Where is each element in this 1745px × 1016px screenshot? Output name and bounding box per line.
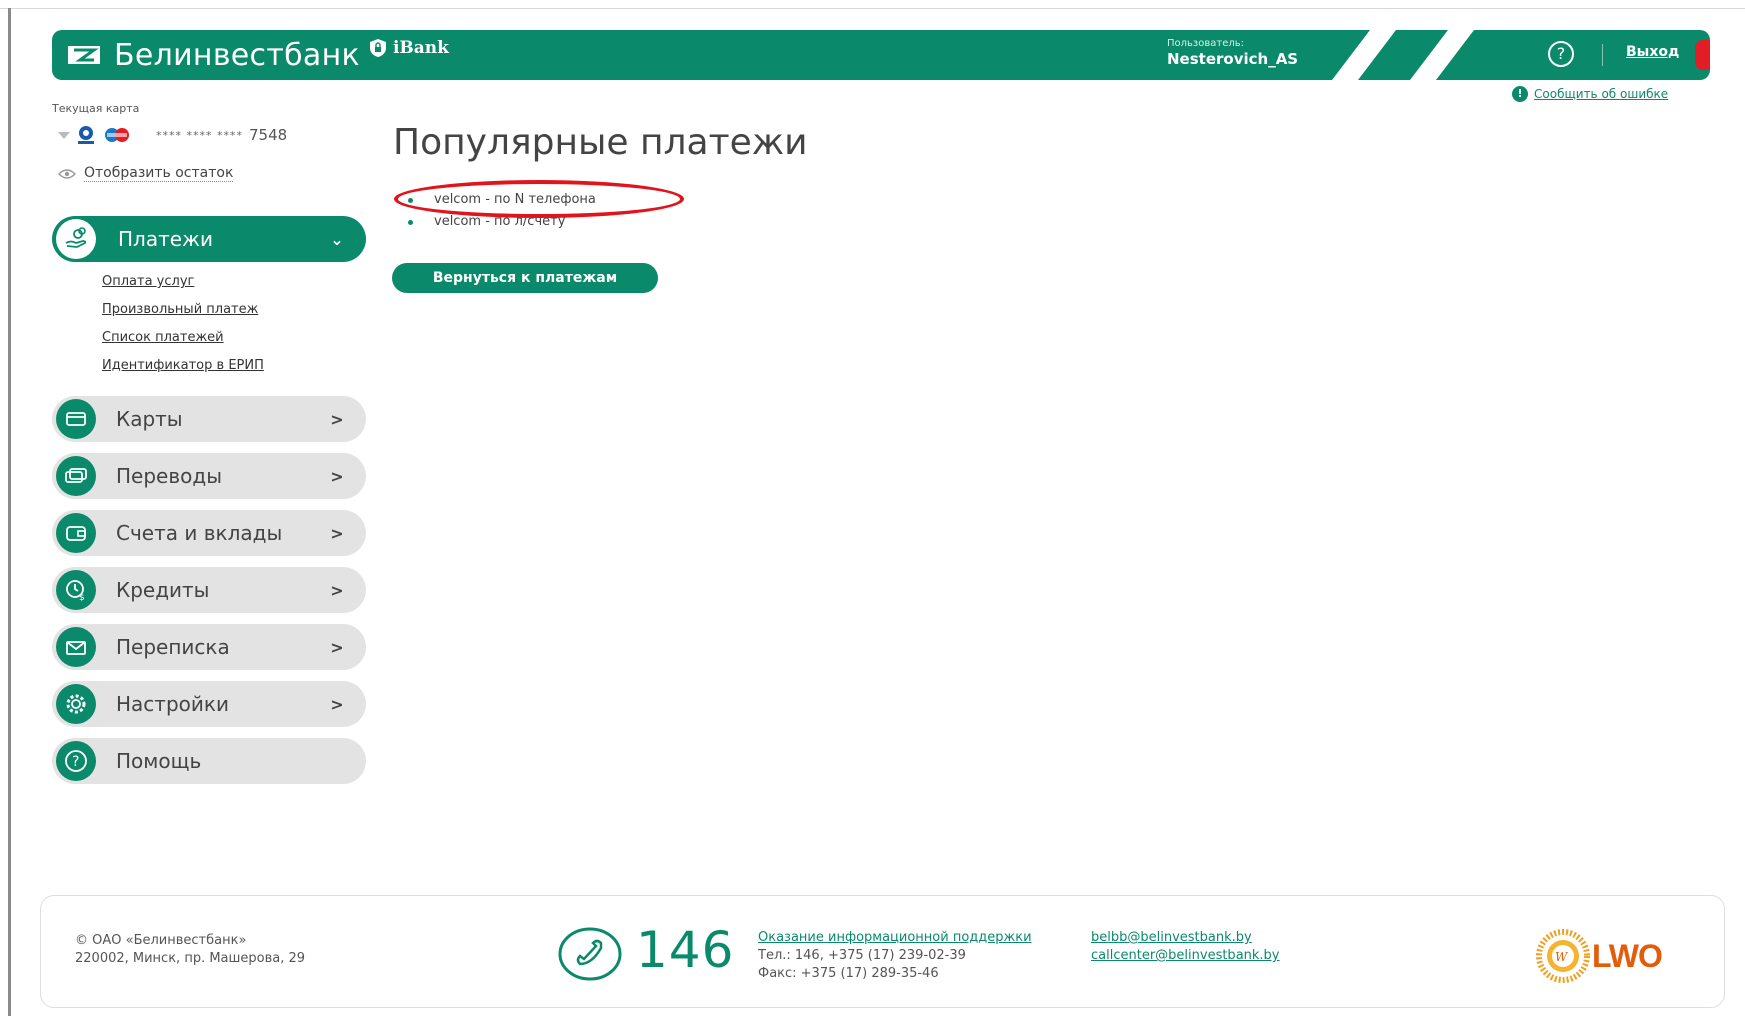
ibank-label: iBank	[392, 38, 449, 58]
back-to-payments-button[interactable]: Вернуться к платежам	[392, 263, 658, 293]
wallet-icon	[56, 513, 96, 553]
user-name: Nesterovich_AS	[1167, 50, 1299, 68]
sidebar-item-label: Переводы	[116, 464, 222, 488]
copyright: © ОАО «Белинвестбанк»	[75, 933, 247, 948]
sidebar-menu: Платежи ⌄ Оплата услуг Произвольный плат…	[52, 216, 366, 795]
sidebar-item-label: Настройки	[116, 692, 229, 716]
sidebar-item-help[interactable]: ? Помощь	[52, 738, 366, 784]
current-card-caption: Текущая карта	[52, 102, 140, 115]
bank-logo[interactable]: Белинвестбанк iBank	[66, 37, 449, 73]
logout-button[interactable]	[1695, 40, 1710, 70]
show-balance-label: Отобразить остаток	[84, 165, 234, 182]
sidebar-item-label: Переписка	[116, 635, 230, 659]
transfer-icon	[56, 456, 96, 496]
logout-link[interactable]: Выход	[1626, 44, 1679, 60]
sidebar-item-accounts[interactable]: Счета и вклады >	[52, 510, 366, 556]
help-button[interactable]: ?	[1548, 41, 1574, 67]
report-error-label: Сообщить об ошибке	[1534, 87, 1669, 101]
company-info: © ОАО «Белинвестбанк» 220002, Минск, пр.…	[75, 932, 305, 968]
email-callcenter-link[interactable]: callcenter@belinvestbank.by	[1091, 947, 1280, 965]
sidebar-item-settings[interactable]: Настройки >	[52, 681, 366, 727]
window-left-border	[8, 8, 11, 1016]
header-divider	[1602, 44, 1603, 66]
chevron-right-icon: >	[330, 580, 344, 600]
support-link[interactable]: Оказание информационной поддержки	[758, 929, 1032, 947]
phone-icon	[558, 927, 622, 981]
popular-payments-list: velcom - по N телефона velcom - по л/сче…	[408, 190, 596, 234]
sidebar-item-credits[interactable]: $ Кредиты >	[52, 567, 366, 613]
payments-submenu: Оплата услуг Произвольный платеж Список …	[52, 270, 366, 382]
sun-emblem-icon: W	[1536, 929, 1590, 983]
submenu-erip-id[interactable]: Идентификатор в ЕРИП	[102, 354, 366, 382]
popular-payment-item[interactable]: velcom - по N телефона	[408, 190, 596, 212]
svg-text:$: $	[79, 593, 85, 603]
lwo-partner-logo[interactable]: W LWO	[1536, 929, 1663, 983]
chevron-right-icon: >	[330, 466, 344, 486]
support-fax: Факс: +375 (17) 289-35-46	[758, 966, 939, 981]
page-footer: © ОАО «Белинвестбанк» 220002, Минск, пр.…	[40, 895, 1725, 1008]
clock-money-icon: $	[56, 570, 96, 610]
current-card-selector[interactable]: **** **** **** 7548	[58, 124, 287, 146]
support-tel: Тел.: 146, +375 (17) 239-02-39	[758, 948, 966, 963]
eye-icon	[58, 168, 76, 179]
chevron-right-icon: >	[330, 523, 344, 543]
sidebar-item-transfers[interactable]: Переводы >	[52, 453, 366, 499]
chevron-right-icon: >	[330, 694, 344, 714]
card-dropdown-icon	[58, 131, 70, 139]
submenu-pay-services[interactable]: Оплата услуг	[102, 270, 366, 298]
page-title: Популярные платежи	[393, 122, 808, 163]
user-caption: Пользователь:	[1167, 38, 1245, 49]
short-phone-number: 146	[636, 921, 735, 979]
menu-bottom-shadow	[60, 790, 360, 798]
svg-text:W: W	[1555, 950, 1569, 964]
shield-lock-icon	[369, 39, 386, 57]
bank-name: Белинвестбанк	[114, 37, 360, 73]
hand-coins-icon	[56, 219, 96, 259]
gear-icon	[56, 684, 96, 724]
sidebar-item-messages[interactable]: Переписка >	[52, 624, 366, 670]
lwo-label: LWO	[1592, 937, 1663, 974]
company-address: 220002, Минск, пр. Машерова, 29	[75, 951, 306, 966]
email-belbb-link[interactable]: belbb@belinvestbank.by	[1091, 929, 1280, 947]
window-top-border	[0, 8, 1745, 9]
top-header: Белинвестбанк iBank Пользователь: Nester…	[52, 30, 1710, 80]
sidebar-item-label: Карты	[116, 407, 183, 431]
alert-icon: !	[1512, 86, 1528, 102]
submenu-payments-list[interactable]: Список платежей	[102, 326, 366, 354]
card-icon	[56, 399, 96, 439]
user-info: Пользователь: Nesterovich_AS	[1167, 38, 1298, 68]
show-balance-link[interactable]: Отобразить остаток	[58, 165, 234, 182]
report-error-link[interactable]: ! Сообщить об ошибке	[1512, 86, 1668, 102]
popular-payment-item[interactable]: velcom - по л/счету	[408, 212, 596, 234]
chevron-right-icon: >	[330, 637, 344, 657]
card-brand-logos-icon	[78, 126, 129, 144]
sidebar-item-label: Платежи	[118, 227, 214, 251]
sidebar-item-label: Счета и вклады	[116, 521, 283, 545]
sidebar-item-label: Помощь	[116, 749, 202, 773]
help-icon: ?	[1556, 44, 1566, 63]
sidebar-item-label: Кредиты	[116, 578, 210, 602]
card-number-mask: **** **** ****	[156, 128, 243, 142]
question-icon: ?	[56, 741, 96, 781]
chevron-down-icon: ⌄	[330, 229, 344, 249]
header-decor-stripes	[1332, 30, 1474, 80]
support-info: Оказание информационной поддержки Тел.: …	[758, 929, 1032, 983]
sidebar-item-payments[interactable]: Платежи ⌄	[52, 216, 366, 262]
sidebar-item-cards[interactable]: Карты >	[52, 396, 366, 442]
bank-logo-icon	[68, 46, 100, 64]
card-last-digits: 7548	[249, 126, 288, 144]
svg-text:?: ?	[72, 754, 79, 770]
ibank-badge: iBank	[368, 38, 449, 58]
contact-emails: belbb@belinvestbank.by callcenter@belinv…	[1091, 929, 1280, 965]
envelope-icon	[56, 627, 96, 667]
submenu-arbitrary-payment[interactable]: Произвольный платеж	[102, 298, 366, 326]
chevron-right-icon: >	[330, 409, 344, 429]
